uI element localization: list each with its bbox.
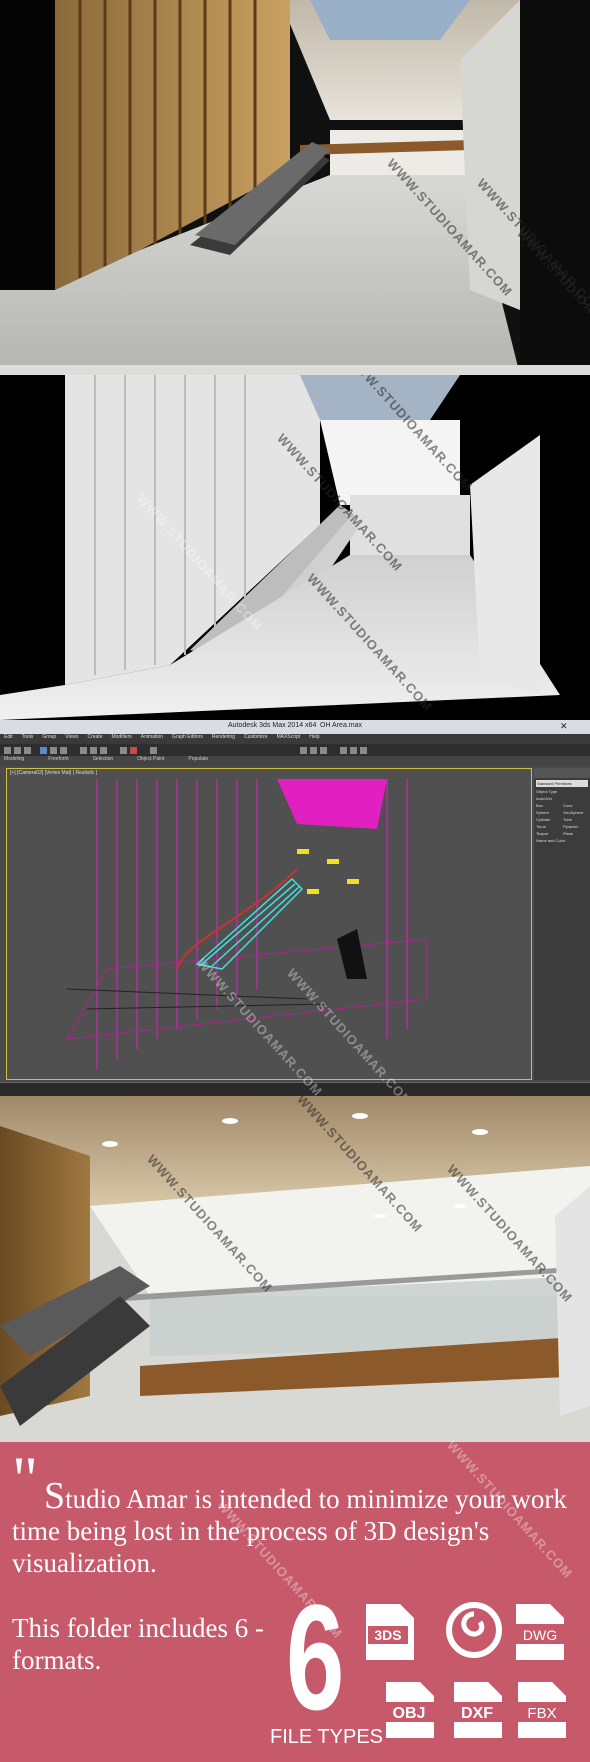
- format-label-fbx: FBX: [527, 1705, 556, 1722]
- dwg-file-icon: DWG: [512, 1602, 568, 1664]
- promo-slogan: Studio Amar is intended to minimize your…: [12, 1477, 582, 1579]
- promo-banner: " Studio Amar is intended to minimize yo…: [0, 1438, 590, 1762]
- menu-maxscript[interactable]: MAXScript: [277, 734, 301, 744]
- menu-rendering[interactable]: Rendering: [212, 734, 235, 744]
- cylinder-button[interactable]: Cylinder: [536, 817, 561, 822]
- render-image-1: [0, 0, 590, 375]
- format-label-3ds: 3DS: [374, 1627, 401, 1643]
- slogan-initial: S: [44, 1475, 66, 1517]
- render-view-1: WWW.STUDIOAMAR.COM WWW.STUDIOAMAR.COM WW…: [0, 0, 590, 375]
- window-file: OH Area.max: [320, 722, 363, 729]
- wireframe-scene: [66, 779, 428, 1069]
- primitives-dropdown[interactable]: Standard Primitives: [536, 780, 588, 787]
- render-image-2: [0, 375, 590, 720]
- geosphere-button[interactable]: GeoSphere: [563, 810, 588, 815]
- menu-modifiers[interactable]: Modifiers: [111, 734, 131, 744]
- max-viewport[interactable]: [+] [Camera03] [Vertex Mat] [ Realistic …: [6, 768, 532, 1080]
- format-label-obj: OBJ: [393, 1705, 426, 1722]
- object-type-header: Object Type: [536, 789, 558, 794]
- 3ds-max-logo-icon: [446, 1600, 502, 1662]
- command-panel: Standard Primitives Object Type AutoGrid…: [534, 768, 590, 1080]
- slogan-text: tudio Amar is intended to minimize your …: [12, 1484, 567, 1578]
- box-button[interactable]: Box: [536, 803, 561, 808]
- menu-graph-editors[interactable]: Graph Editors: [172, 734, 203, 744]
- obj-file-icon: OBJ: [382, 1680, 438, 1742]
- ribbon-tab-populate[interactable]: Populate: [188, 756, 208, 766]
- max-titlebar: Autodesk 3ds Max 2014 x64 OH Area.max ✕: [0, 720, 590, 734]
- file-types-caption: FILE TYPES: [270, 1726, 384, 1748]
- close-icon[interactable]: ✕: [560, 721, 568, 732]
- autogrid-checkbox[interactable]: AutoGrid: [536, 796, 588, 801]
- ribbon-tab-selection[interactable]: Selection: [93, 756, 114, 766]
- max-toolbar: [0, 744, 590, 756]
- render-view-2: WWW.STUDIOAMAR.COM WWW.STUDIOAMAR.COM WW…: [0, 375, 590, 720]
- menu-animation[interactable]: Animation: [141, 734, 163, 744]
- menu-help[interactable]: Help: [309, 734, 319, 744]
- dxf-file-icon: DXF: [450, 1680, 506, 1742]
- cone-button[interactable]: Cone: [563, 803, 588, 808]
- 3ds-file-icon: 3DS: [362, 1602, 418, 1664]
- format-count: 6: [286, 1573, 345, 1741]
- name-and-color-header: Name and Color: [536, 838, 566, 843]
- teapot-button[interactable]: Teapot: [536, 831, 561, 836]
- menu-views[interactable]: Views: [65, 734, 78, 744]
- tube-button[interactable]: Tube: [563, 817, 588, 822]
- menu-tools[interactable]: Tools: [22, 734, 34, 744]
- menu-group[interactable]: Group: [42, 734, 56, 744]
- menu-create[interactable]: Create: [87, 734, 102, 744]
- ribbon-tab-modeling[interactable]: Modeling: [4, 756, 24, 766]
- format-label-dwg: DWG: [523, 1627, 557, 1643]
- ribbon-tab-object-paint[interactable]: Object Paint: [137, 756, 164, 766]
- render-image-4: [0, 1096, 590, 1442]
- fbx-file-icon: FBX: [514, 1680, 570, 1742]
- folder-text: This folder includes 6 - formats.: [12, 1613, 264, 1675]
- pyramid-button[interactable]: Pyramid: [563, 824, 588, 829]
- max-menubar: Edit Tools Group Views Create Modifiers …: [0, 734, 590, 744]
- render-view-4: WWW.STUDIOAMAR.COM WWW.STUDIOAMAR.COM WW…: [0, 1096, 590, 1442]
- sphere-button[interactable]: Sphere: [536, 810, 561, 815]
- plane-button[interactable]: Plane: [563, 831, 588, 836]
- format-label-dxf: DXF: [461, 1705, 493, 1722]
- max-ribbon: Modeling Freeform Selection Object Paint…: [0, 756, 590, 766]
- timeline[interactable]: [0, 1082, 590, 1097]
- ribbon-tab-freeform[interactable]: Freeform: [48, 756, 68, 766]
- max-window: Autodesk 3ds Max 2014 x64 OH Area.max ✕ …: [0, 720, 590, 1109]
- window-title: Autodesk 3ds Max 2014 x64: [228, 722, 317, 729]
- menu-customize[interactable]: Customize: [244, 734, 268, 744]
- menu-edit[interactable]: Edit: [4, 734, 13, 744]
- torus-button[interactable]: Torus: [536, 824, 561, 829]
- panel-tabs[interactable]: [534, 768, 590, 778]
- viewport-label[interactable]: [+] [Camera03] [Vertex Mat] [ Realistic …: [10, 770, 97, 776]
